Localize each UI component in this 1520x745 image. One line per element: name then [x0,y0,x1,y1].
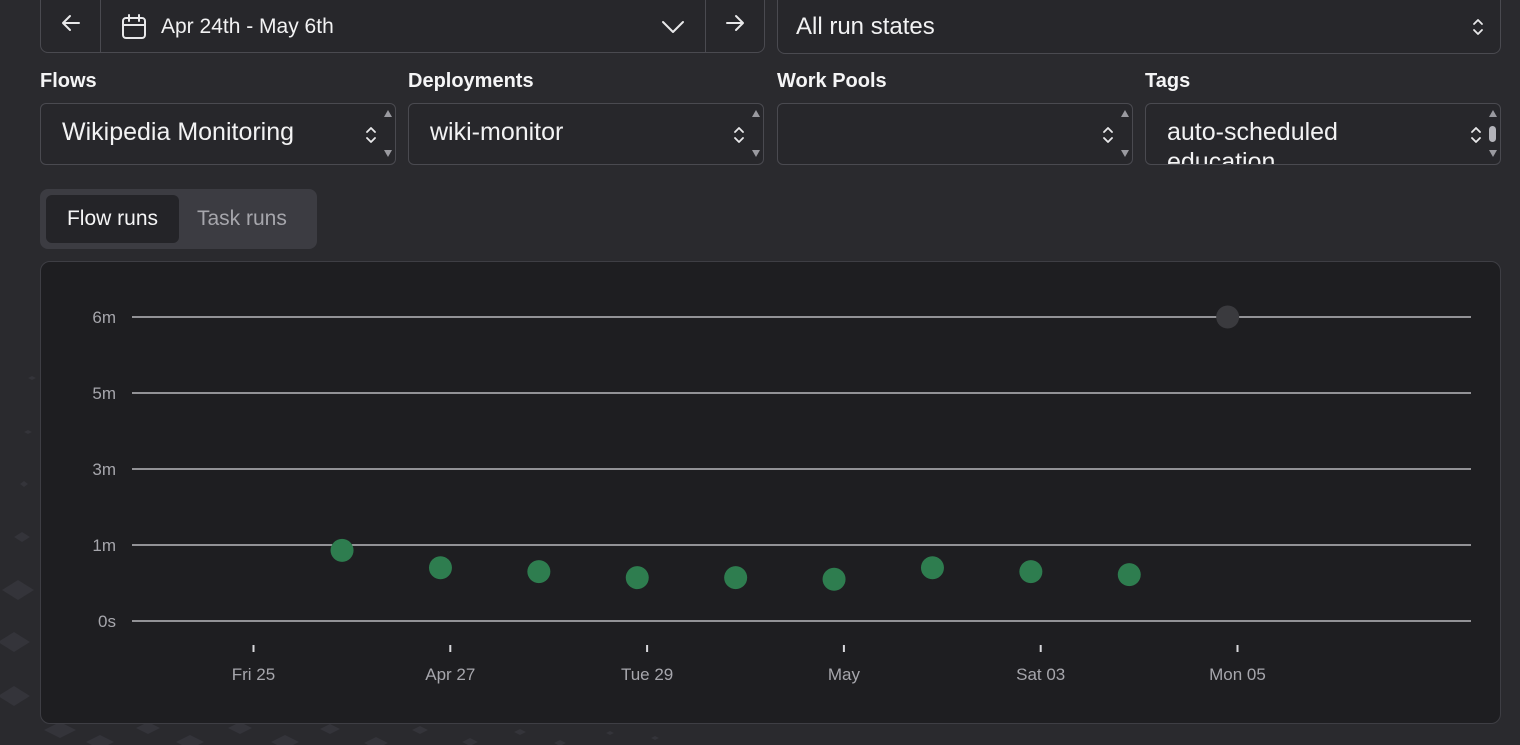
updown-chevron-icon [734,127,744,143]
flows-value: Wikipedia Monitoring [62,118,295,146]
deployments-label: Deployments [408,70,534,92]
chevron-down-icon [662,20,684,33]
run-states-select[interactable]: All run states [777,0,1501,54]
completed-run-point[interactable] [822,567,846,591]
completed-run-point[interactable] [625,566,649,590]
scroll-down-arrow[interactable] [384,150,392,157]
completed-run-point[interactable] [428,556,452,580]
x-tick-label: Apr 27 [425,665,475,684]
completed-run-point[interactable] [724,566,748,590]
scheduled-run-point[interactable] [1216,305,1240,329]
completed-run-point[interactable] [1117,563,1141,587]
flows-select[interactable]: Wikipedia Monitoring [40,103,396,165]
arrow-left-icon [61,14,80,31]
scatter-chart: 0s 1m 3m 5m 6m Fri 25 Apr 27 Tue 29 May Sat 03 Mon… [92,305,1471,684]
scroll-down-arrow[interactable] [752,150,760,157]
y-tick-label: 6m [92,308,116,327]
y-tick-label: 3m [92,460,116,479]
deployments-select[interactable]: wiki-monitor [408,103,764,165]
x-tick-label: Tue 29 [621,665,673,684]
scroll-up-arrow[interactable] [752,110,760,117]
x-tick-label: Fri 25 [232,665,275,684]
updown-chevron-icon [1103,127,1113,143]
tab-flow-runs[interactable]: Flow runs [46,195,179,243]
updown-chevron-icon [1471,127,1481,143]
next-range-button[interactable] [705,0,764,52]
scroll-up-arrow[interactable] [1489,110,1497,117]
y-tick-label: 1m [92,536,116,555]
tag-value: auto-scheduled [1167,118,1338,146]
flow-runs-chart: 0s 1m 3m 5m 6m Fri 25 Apr 27 Tue 29 May Sat 03 Mon… [40,261,1501,724]
run-states-value: All run states [796,13,935,40]
work-pools-select[interactable] [777,103,1133,165]
completed-run-point[interactable] [527,560,551,584]
updown-chevron-icon [1473,19,1483,35]
x-tick-label: Mon 05 [1209,665,1266,684]
run-type-tabs: Flow runs Task runs [40,189,317,249]
previous-range-button[interactable] [41,0,101,52]
updown-chevron-icon [366,127,376,143]
date-range-label: Apr 24th - May 6th [161,14,334,38]
work-pools-label: Work Pools [777,70,887,92]
date-range-selector[interactable]: Apr 24th - May 6th [101,0,705,52]
x-tick-label: Sat 03 [1016,665,1065,684]
calendar-icon [122,13,146,39]
scroll-up-arrow[interactable] [1121,110,1129,117]
deployments-value: wiki-monitor [430,118,564,146]
scroll-up-arrow[interactable] [384,110,392,117]
completed-run-point[interactable] [920,556,944,580]
scroll-down-arrow[interactable] [1121,150,1129,157]
tag-value: education [1167,148,1276,165]
flows-label: Flows [40,70,97,92]
completed-run-point[interactable] [330,538,354,562]
tags-select[interactable]: auto-scheduled education [1145,103,1501,165]
x-tick-label: May [828,665,861,684]
date-range-picker: Apr 24th - May 6th [40,0,765,53]
scroll-down-arrow[interactable] [1489,150,1497,157]
y-tick-label: 0s [98,612,116,631]
scrollbar-thumb[interactable] [1489,126,1496,142]
completed-run-point[interactable] [1019,560,1043,584]
tags-label: Tags [1145,70,1191,92]
arrow-right-icon [726,14,744,31]
tags-values: auto-scheduled education [1167,117,1338,165]
tab-task-runs[interactable]: Task runs [179,195,305,243]
y-tick-label: 5m [92,384,116,403]
